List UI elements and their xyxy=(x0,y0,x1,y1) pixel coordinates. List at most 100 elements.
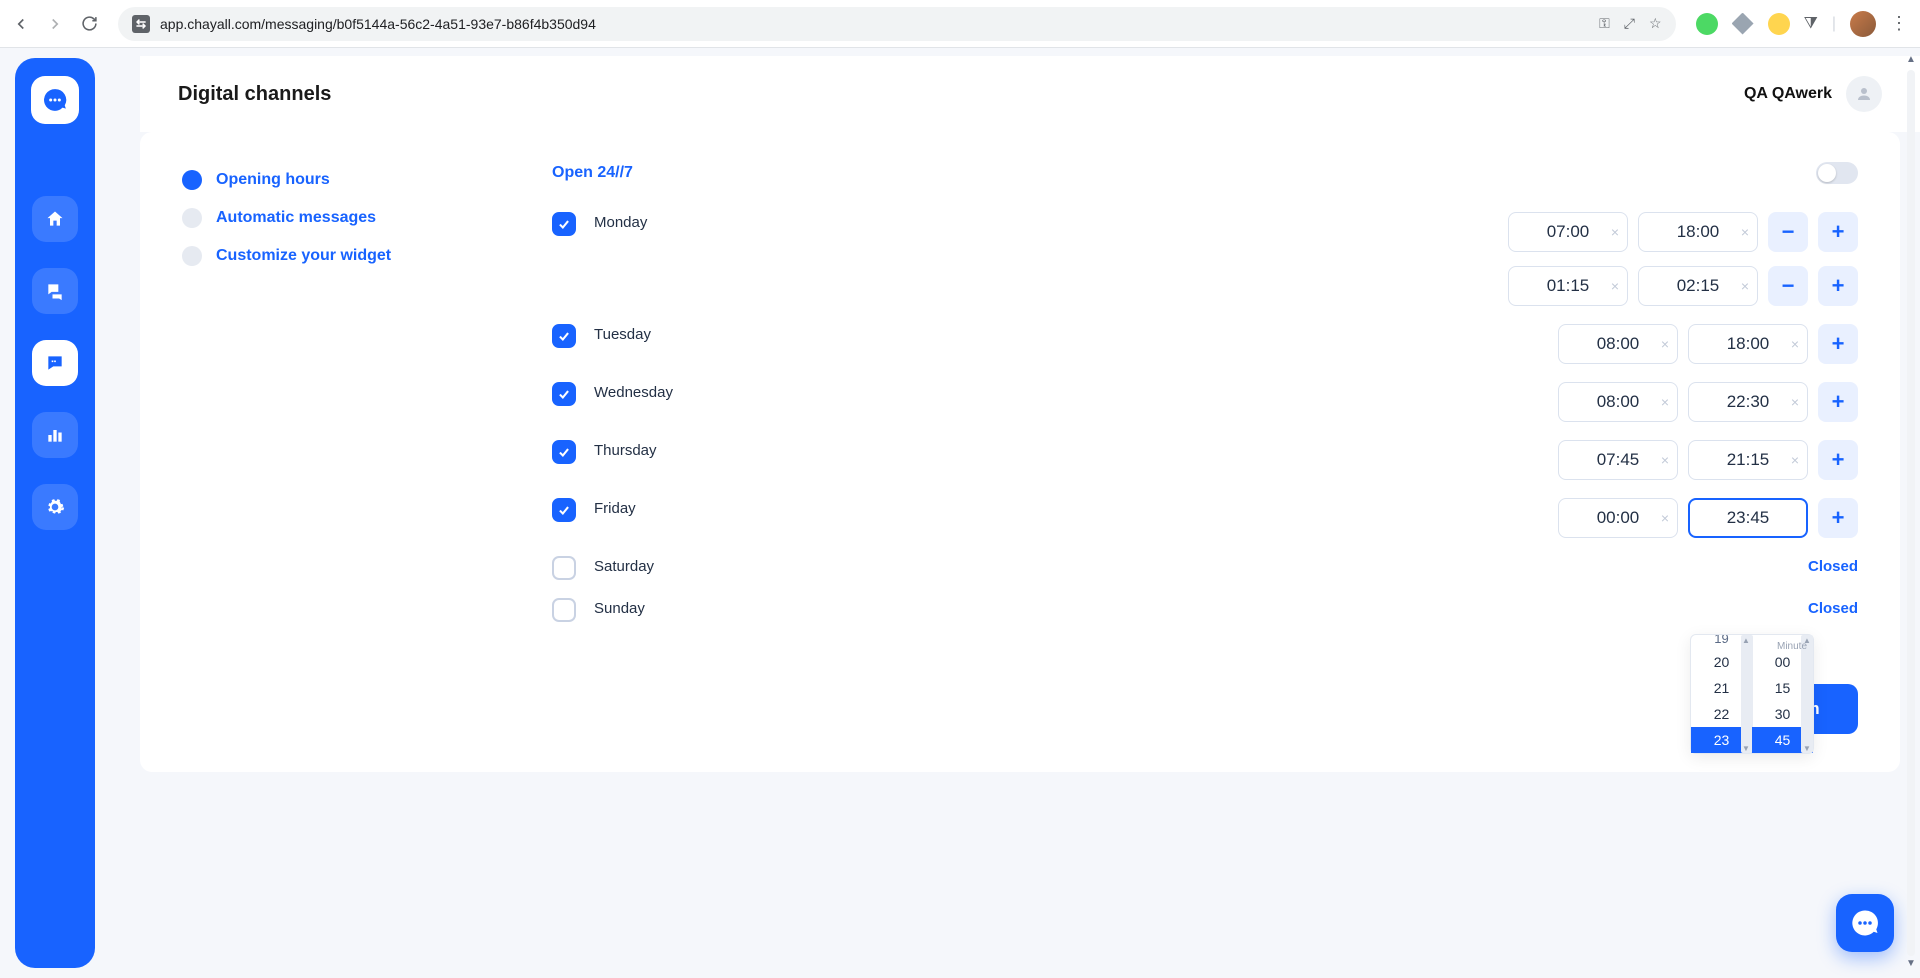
settings-card: Opening hours Automatic messages Customi… xyxy=(140,132,1900,772)
time-to-input[interactable]: 21:15× xyxy=(1688,440,1808,480)
clear-icon[interactable]: × xyxy=(1661,510,1669,526)
step-dot-icon xyxy=(182,170,202,190)
day-label: Friday xyxy=(594,498,794,517)
clear-icon[interactable]: × xyxy=(1661,452,1669,468)
time-from-input[interactable]: 08:00× xyxy=(1558,324,1678,364)
hours-panel: Open 24//7 Monday 07:00× 18:00× xyxy=(552,162,1858,640)
step-automatic-messages[interactable]: Automatic messages xyxy=(182,208,512,228)
time-to-input[interactable]: 23:45 xyxy=(1688,498,1808,538)
install-icon[interactable]: ⤢ xyxy=(1624,15,1635,32)
day-row-wednesday: Wednesday 08:00× 22:30× + xyxy=(552,382,1858,422)
user-avatar[interactable] xyxy=(1846,76,1882,112)
time-picker-dropdown: 19 20 21 22 23 ▲ ▼ Minute xyxy=(1690,634,1814,754)
time-to-input[interactable]: 02:15× xyxy=(1638,266,1758,306)
day-row-tuesday: Tuesday 08:00× 18:00× + xyxy=(552,324,1858,364)
extension-icon[interactable] xyxy=(1768,13,1790,35)
step-customize-widget[interactable]: Customize your widget xyxy=(182,246,512,266)
add-slot-button[interactable]: + xyxy=(1818,498,1858,538)
star-icon[interactable]: ☆ xyxy=(1649,15,1662,32)
back-icon[interactable] xyxy=(12,15,30,33)
page-title: Digital channels xyxy=(178,83,331,106)
time-to-input[interactable]: 18:00× xyxy=(1688,324,1808,364)
clear-icon[interactable]: × xyxy=(1791,336,1799,352)
extension-icon[interactable] xyxy=(1732,13,1754,35)
app-logo[interactable] xyxy=(31,76,79,124)
scroll-down-icon[interactable]: ▼ xyxy=(1742,744,1750,752)
day-label: Saturday xyxy=(594,556,794,575)
add-slot-button[interactable]: + xyxy=(1818,324,1858,364)
step-opening-hours[interactable]: Opening hours xyxy=(182,170,512,190)
day-row-monday: Monday 07:00× 18:00× − + 01:15× xyxy=(552,212,1858,306)
address-bar[interactable]: ⇆ app.chayall.com/messaging/b0f5144a-56c… xyxy=(118,7,1676,41)
nav-home[interactable] xyxy=(32,196,78,242)
steps-list: Opening hours Automatic messages Customi… xyxy=(182,162,512,640)
open-247-toggle[interactable] xyxy=(1816,162,1858,184)
extension-icon[interactable] xyxy=(1696,13,1718,35)
page-scrollbar[interactable]: ▲ ▼ xyxy=(1904,54,1918,972)
scroll-down-icon[interactable]: ▼ xyxy=(1904,958,1918,972)
day-checkbox[interactable] xyxy=(552,440,576,464)
day-row-thursday: Thursday 07:45× 21:15× + xyxy=(552,440,1858,480)
sidebar xyxy=(0,48,100,978)
extensions-icon[interactable]: ⧩ xyxy=(1804,15,1818,33)
key-icon[interactable]: ⚿ xyxy=(1599,15,1610,32)
day-checkbox[interactable] xyxy=(552,598,576,622)
day-label: Tuesday xyxy=(594,324,794,343)
profile-avatar[interactable] xyxy=(1850,11,1876,37)
nav-messages[interactable] xyxy=(32,268,78,314)
clear-icon[interactable]: × xyxy=(1611,278,1619,294)
minute-column[interactable]: Minute 00 15 30 45 ▲ ▼ xyxy=(1752,635,1813,753)
clear-icon[interactable]: × xyxy=(1741,224,1749,240)
time-from-input[interactable]: 08:00× xyxy=(1558,382,1678,422)
time-from-input[interactable]: 07:00× xyxy=(1508,212,1628,252)
closed-label: Closed xyxy=(1808,556,1858,575)
chat-fab[interactable] xyxy=(1836,894,1894,952)
time-to-input[interactable]: 22:30× xyxy=(1688,382,1808,422)
day-label: Thursday xyxy=(594,440,794,459)
time-from-input[interactable]: 07:45× xyxy=(1558,440,1678,480)
day-checkbox[interactable] xyxy=(552,382,576,406)
day-label: Wednesday xyxy=(594,382,794,401)
day-checkbox[interactable] xyxy=(552,324,576,348)
add-slot-button[interactable]: + xyxy=(1818,382,1858,422)
time-from-input[interactable]: 00:00× xyxy=(1558,498,1678,538)
open-247-label: Open 24//7 xyxy=(552,164,633,182)
clear-icon[interactable]: × xyxy=(1791,394,1799,410)
scrollbar[interactable] xyxy=(1801,635,1813,753)
add-slot-button[interactable]: + xyxy=(1818,266,1858,306)
day-checkbox[interactable] xyxy=(552,498,576,522)
minute-header: Minute xyxy=(1777,641,1807,652)
scroll-down-icon[interactable]: ▼ xyxy=(1803,744,1811,752)
day-label: Sunday xyxy=(594,598,794,617)
page-header: Digital channels QA QAwerk xyxy=(140,56,1920,132)
clear-icon[interactable]: × xyxy=(1611,224,1619,240)
time-from-input[interactable]: 01:15× xyxy=(1508,266,1628,306)
menu-icon[interactable]: ⋮ xyxy=(1890,13,1908,34)
nav-channels[interactable] xyxy=(32,340,78,386)
add-slot-button[interactable]: + xyxy=(1818,212,1858,252)
remove-slot-button[interactable]: − xyxy=(1768,266,1808,306)
step-label: Customize your widget xyxy=(216,247,391,265)
scroll-up-icon[interactable]: ▲ xyxy=(1742,636,1750,644)
day-checkbox[interactable] xyxy=(552,212,576,236)
scroll-up-icon[interactable]: ▲ xyxy=(1904,54,1918,68)
time-to-input[interactable]: 18:00× xyxy=(1638,212,1758,252)
day-checkbox[interactable] xyxy=(552,556,576,580)
browser-toolbar: ⇆ app.chayall.com/messaging/b0f5144a-56c… xyxy=(0,0,1920,48)
day-row-friday: Friday 00:00× 23:45 + xyxy=(552,498,1858,538)
site-info-icon[interactable]: ⇆ xyxy=(132,15,150,33)
hour-column[interactable]: 19 20 21 22 23 ▲ ▼ xyxy=(1691,635,1752,753)
forward-icon[interactable] xyxy=(46,15,64,33)
add-slot-button[interactable]: + xyxy=(1818,440,1858,480)
clear-icon[interactable]: × xyxy=(1661,394,1669,410)
step-label: Opening hours xyxy=(216,171,330,189)
nav-stats[interactable] xyxy=(32,412,78,458)
step-label: Automatic messages xyxy=(216,209,376,227)
clear-icon[interactable]: × xyxy=(1741,278,1749,294)
reload-icon[interactable] xyxy=(80,15,98,33)
nav-settings[interactable] xyxy=(32,484,78,530)
remove-slot-button[interactable]: − xyxy=(1768,212,1808,252)
clear-icon[interactable]: × xyxy=(1661,336,1669,352)
url-text: app.chayall.com/messaging/b0f5144a-56c2-… xyxy=(160,16,596,32)
clear-icon[interactable]: × xyxy=(1791,452,1799,468)
